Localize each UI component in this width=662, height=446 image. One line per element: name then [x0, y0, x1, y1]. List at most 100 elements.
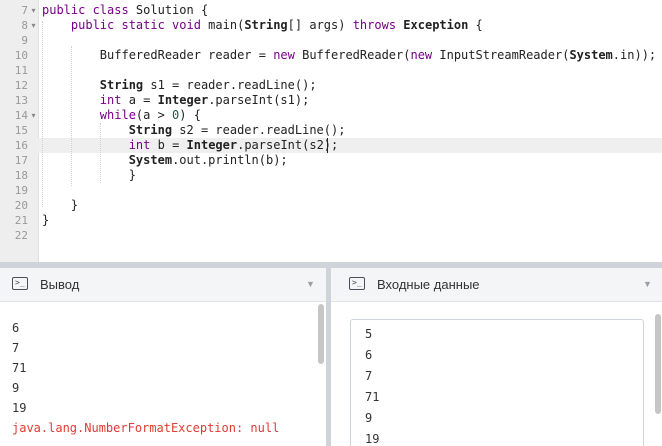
- code-editor[interactable]: 7 ▾ 8 ▾ 9 10 11 12 13 14 ▾ 15 16 17 18 19 20 21 22 public …: [0, 0, 662, 262]
- code-token: (a >: [135, 108, 173, 122]
- output-panel: >_ Вывод ▼ 6 7 71 9 19 java.lang.NumberFormat…: [0, 268, 326, 446]
- input-line: 6: [365, 348, 373, 362]
- line-number: 9: [21, 34, 28, 47]
- code-token: Exception: [403, 18, 469, 32]
- code-token: .parseInt(s1);: [208, 93, 310, 107]
- input-panel: >_ Входные данные ▼ 5 6 7 71 9 19: [331, 268, 662, 446]
- code-token: BufferedReader reader =: [42, 48, 274, 62]
- input-line: 7: [365, 369, 373, 383]
- code-line: }: [42, 168, 136, 183]
- code-token: throws: [352, 18, 397, 32]
- code-token: InputStreamReader(: [432, 48, 570, 62]
- code-token: int: [128, 138, 151, 152]
- fold-arrow-icon[interactable]: ▾: [29, 108, 38, 123]
- code-token: int: [99, 93, 122, 107]
- line-number-gutter: 7 ▾ 8 ▾ 9 10 11 12 13 14 ▾ 15 16 17 18 19 20 21 22: [0, 0, 39, 262]
- input-line: 9: [365, 411, 373, 425]
- line-number: 17: [14, 154, 28, 167]
- line-number: 18: [14, 169, 28, 182]
- code-line: String s1 = reader.readLine();: [42, 78, 317, 93]
- code-token: Integer: [157, 93, 209, 107]
- line-number: 8: [21, 19, 28, 32]
- code-line: while(a > 0) {: [42, 108, 201, 123]
- output-line: 7: [12, 341, 20, 355]
- code-line: public static void main(String[] args) t…: [42, 18, 483, 33]
- line-number: 16: [14, 139, 28, 152]
- output-line: 19: [12, 401, 27, 415]
- code-token: s1 = reader.readLine();: [143, 78, 317, 92]
- input-panel-title: Входные данные: [377, 277, 480, 292]
- input-panel-header: >_ Входные данные ▼: [331, 268, 662, 302]
- line-number: 22: [14, 229, 28, 242]
- code-token: BufferedReader(: [294, 48, 411, 62]
- code-line: public class Solution {: [42, 3, 208, 18]
- fold-arrow-icon[interactable]: ▾: [29, 3, 38, 18]
- code-token: .out.println(b);: [172, 153, 288, 167]
- fold-arrow-icon[interactable]: ▾: [29, 18, 38, 33]
- line-number: 11: [14, 64, 28, 77]
- code-token: }: [42, 213, 50, 227]
- code-token: }: [42, 168, 136, 182]
- code-line: System.out.println(b);: [42, 153, 288, 168]
- input-line: 71: [365, 390, 380, 404]
- line-number: 12: [14, 79, 28, 92]
- code-token: Solution {: [128, 3, 209, 17]
- output-line: 9: [12, 381, 20, 395]
- line-number: 19: [14, 184, 28, 197]
- output-line: 6: [12, 321, 20, 335]
- code-token: System: [128, 153, 173, 167]
- line-number: 10: [14, 49, 28, 62]
- code-line: }: [42, 213, 49, 228]
- terminal-icon: >_: [349, 277, 365, 290]
- code-token: ) {: [179, 108, 201, 122]
- code-token: String: [128, 123, 173, 137]
- chevron-down-icon[interactable]: ▼: [306, 268, 315, 301]
- input-line: 19: [365, 432, 380, 446]
- code-token: public class: [42, 3, 129, 17]
- code-area[interactable]: public class Solution { public static vo…: [38, 0, 662, 262]
- line-number: 21: [14, 214, 28, 227]
- output-panel-title: Вывод: [40, 277, 80, 292]
- code-token: .in));: [612, 48, 657, 62]
- line-number: 14: [14, 109, 28, 122]
- code-token: public static void: [70, 18, 201, 32]
- line-number: 20: [14, 199, 28, 212]
- code-line: BufferedReader reader = new BufferedRead…: [42, 48, 656, 63]
- output-panel-header: >_ Вывод ▼: [0, 268, 326, 302]
- output-error-line: java.lang.NumberFormatException: null: [12, 421, 280, 435]
- code-token: [] args): [287, 18, 353, 32]
- code-line: }: [42, 198, 78, 213]
- code-token: main(: [200, 18, 245, 32]
- input-scrollbar[interactable]: [655, 314, 661, 414]
- line-number: 7: [21, 4, 28, 17]
- code-token: new: [273, 48, 295, 62]
- output-scrollbar[interactable]: [318, 304, 324, 364]
- line-number: 15: [14, 124, 28, 137]
- code-line: int a = Integer.parseInt(s1);: [42, 93, 310, 108]
- terminal-icon: >_: [12, 277, 28, 290]
- chevron-down-icon[interactable]: ▼: [643, 268, 652, 301]
- code-token: String: [244, 18, 288, 32]
- code-token: {: [468, 18, 483, 32]
- code-token: }: [42, 198, 79, 212]
- input-textarea[interactable]: 5 6 7 71 9 19: [350, 319, 644, 446]
- code-token: s2 = reader.readLine();: [172, 123, 346, 137]
- output-line: 71: [12, 361, 27, 375]
- code-line: int b = Integer.parseInt(s2);: [42, 138, 339, 153]
- code-token: System: [569, 48, 613, 62]
- code-token: new: [410, 48, 433, 62]
- line-number: 13: [14, 94, 28, 107]
- code-line: String s2 = reader.readLine();: [42, 123, 346, 138]
- code-token: .parseInt(s2);: [237, 138, 339, 152]
- code-token: Integer: [186, 138, 238, 152]
- code-token: a =: [121, 93, 158, 107]
- code-token: while: [99, 108, 136, 122]
- code-token: String: [99, 78, 144, 92]
- code-token: b =: [150, 138, 187, 152]
- input-line: 5: [365, 327, 373, 341]
